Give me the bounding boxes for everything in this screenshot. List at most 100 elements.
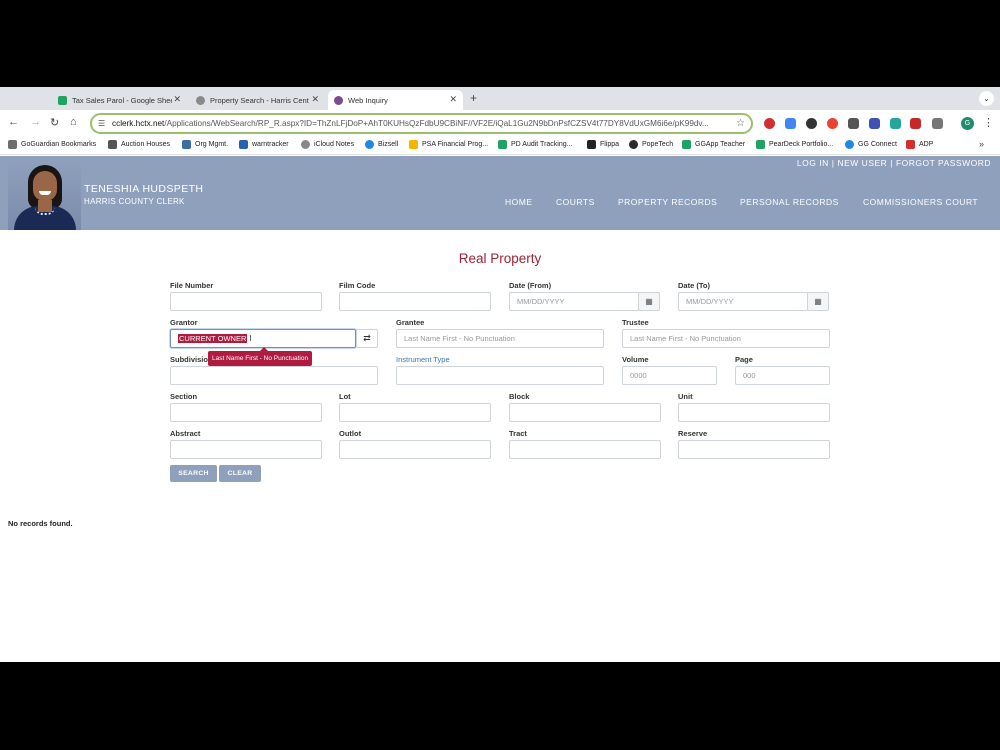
bookmark-label: Flippa xyxy=(600,141,620,148)
bookmark-item[interactable]: Auction Houses xyxy=(108,140,170,149)
tab-tax-sales[interactable]: Tax Sales Parol - Google Shee ✕ xyxy=(52,90,187,110)
grantor-value: CURRENT OWNER xyxy=(178,334,248,343)
extension-icon[interactable] xyxy=(869,118,880,129)
clear-button[interactable]: CLEAR xyxy=(219,465,261,482)
outlot-input[interactable] xyxy=(339,440,491,459)
forgot-password-link[interactable]: FORGOT PASSWORD xyxy=(896,158,991,168)
seal-icon xyxy=(334,95,343,105)
chevron-down-icon[interactable]: ⌄ xyxy=(979,91,994,106)
nav-commissioners-court[interactable]: COMMISSIONERS COURT xyxy=(863,197,978,207)
globe-icon xyxy=(196,95,205,105)
browser-window: Tax Sales Parol - Google Shee ✕ Property… xyxy=(0,87,1000,662)
volume-input[interactable]: 0000 xyxy=(622,366,717,385)
nav-property-records[interactable]: PROPERTY RECORDS xyxy=(618,197,717,207)
bookmark-item[interactable]: iCloud Notes xyxy=(301,140,354,149)
bookmark-icon xyxy=(108,140,117,149)
bookmark-item[interactable]: Bizsell xyxy=(365,140,398,149)
search-button[interactable]: SEARCH xyxy=(170,465,217,482)
file-number-input[interactable] xyxy=(170,292,322,311)
bookmark-label: GGApp Teacher xyxy=(695,141,746,148)
film-code-input[interactable] xyxy=(339,292,491,311)
grid-icon xyxy=(409,140,418,149)
close-icon[interactable]: ✕ xyxy=(449,94,457,105)
browser-toolbar: ← → ↻ ⌂ ☰ cclerk.hctx.net/Applications/W… xyxy=(0,110,1000,137)
text-cursor-icon: I xyxy=(249,334,252,343)
trustee-input[interactable]: Last Name First - No Punctuation xyxy=(622,329,830,348)
globe-icon xyxy=(845,140,854,149)
bookmark-label: PD Audit Tracking... xyxy=(511,141,573,148)
menu-icon[interactable]: ⋮ xyxy=(983,116,994,129)
grantor-label: Grantor xyxy=(170,318,198,327)
grantor-tooltip: Last Name First - No Punctuation xyxy=(208,347,313,366)
bookmark-star-icon[interactable]: ☆ xyxy=(736,115,745,132)
calendar-icon[interactable]: ▦ xyxy=(807,292,829,311)
bookmark-item[interactable]: GoGuardian Bookmarks xyxy=(8,140,96,149)
login-link[interactable]: LOG IN xyxy=(797,158,829,168)
film-code-label: Film Code xyxy=(339,281,376,290)
grantor-input[interactable]: CURRENT OWNER I xyxy=(170,329,356,348)
address-bar[interactable]: ☰ cclerk.hctx.net/Applications/WebSearch… xyxy=(90,113,753,134)
tract-input[interactable] xyxy=(509,440,661,459)
page-title: Real Property xyxy=(458,251,542,266)
bookmark-item[interactable]: warntracker xyxy=(239,140,289,149)
lot-input[interactable] xyxy=(339,403,491,422)
page-input[interactable]: 000 xyxy=(735,366,830,385)
extension-icon[interactable] xyxy=(910,118,921,129)
chevron-right-icon[interactable]: » xyxy=(979,139,984,149)
calendar-icon[interactable]: ▦ xyxy=(638,292,660,311)
avatar[interactable]: G xyxy=(961,117,974,130)
nav-courts[interactable]: COURTS xyxy=(556,197,595,207)
subdivision-input[interactable] xyxy=(170,366,378,385)
bookmark-item[interactable]: ADP xyxy=(906,140,933,149)
date-from-input[interactable]: MM/DD/YYYY xyxy=(509,292,639,311)
date-to-input[interactable]: MM/DD/YYYY xyxy=(678,292,808,311)
close-icon[interactable]: ✕ xyxy=(173,94,181,105)
site-settings-icon[interactable]: ☰ xyxy=(98,115,105,132)
tab-web-inquiry[interactable]: Web Inquiry ✕ xyxy=(328,90,463,110)
new-user-link[interactable]: NEW USER xyxy=(837,158,887,168)
home-icon[interactable]: ⌂ xyxy=(70,116,77,128)
section-label: Section xyxy=(170,392,198,401)
close-icon[interactable]: ✕ xyxy=(311,94,319,105)
extension-icon[interactable] xyxy=(764,118,775,129)
section-input[interactable] xyxy=(170,403,322,422)
gear-icon xyxy=(365,140,374,149)
extension-icon[interactable] xyxy=(848,118,859,129)
grantee-input[interactable]: Last Name First - No Punctuation xyxy=(396,329,604,348)
extension-icon[interactable] xyxy=(827,118,838,129)
reserve-input[interactable] xyxy=(678,440,830,459)
bookmark-item[interactable]: Org Mgmt. xyxy=(182,140,228,149)
nav-home[interactable]: HOME xyxy=(505,197,533,207)
sheets-icon xyxy=(498,140,507,149)
bookmark-label: ADP xyxy=(919,141,934,148)
outlot-label: Outlot xyxy=(339,429,362,438)
extension-icon[interactable] xyxy=(890,118,901,129)
extension-icon[interactable] xyxy=(785,118,796,129)
bookmark-item[interactable]: PopeTech xyxy=(629,140,673,149)
bookmark-item[interactable]: PD Audit Tracking... xyxy=(498,140,572,149)
bookmark-item[interactable]: PearDeck Portfolio... xyxy=(756,140,833,149)
bookmark-item[interactable]: GG Connect xyxy=(845,140,897,149)
nav-personal-records[interactable]: PERSONAL RECORDS xyxy=(740,197,839,207)
bookmark-label: Org Mgmt. xyxy=(195,141,229,148)
new-tab-icon[interactable]: + xyxy=(470,91,477,105)
bookmark-item[interactable]: GGApp Teacher xyxy=(682,140,745,149)
back-icon[interactable]: ← xyxy=(8,116,19,128)
bookmark-label: PearDeck Portfolio... xyxy=(769,141,834,148)
extension-icon[interactable] xyxy=(806,118,817,129)
forward-icon[interactable]: → xyxy=(30,116,41,128)
instrument-type-input[interactable] xyxy=(396,366,604,385)
puzzle-icon[interactable] xyxy=(932,118,943,129)
bookmark-item[interactable]: Flippa xyxy=(587,140,619,149)
reload-icon[interactable]: ↻ xyxy=(50,116,59,129)
unit-input[interactable] xyxy=(678,403,830,422)
tab-property-search[interactable]: Property Search - Harris Cent ✕ xyxy=(190,90,325,110)
instrument-type-link[interactable]: Instrument Type xyxy=(396,355,450,364)
swap-icon[interactable]: ⇄ xyxy=(356,329,378,348)
tract-label: Tract xyxy=(509,429,527,438)
block-input[interactable] xyxy=(509,403,661,422)
bookmark-item[interactable]: PSA Financial Prog... xyxy=(409,140,488,149)
adp-icon xyxy=(906,140,915,149)
abstract-input[interactable] xyxy=(170,440,322,459)
volume-label: Volume xyxy=(622,355,649,364)
